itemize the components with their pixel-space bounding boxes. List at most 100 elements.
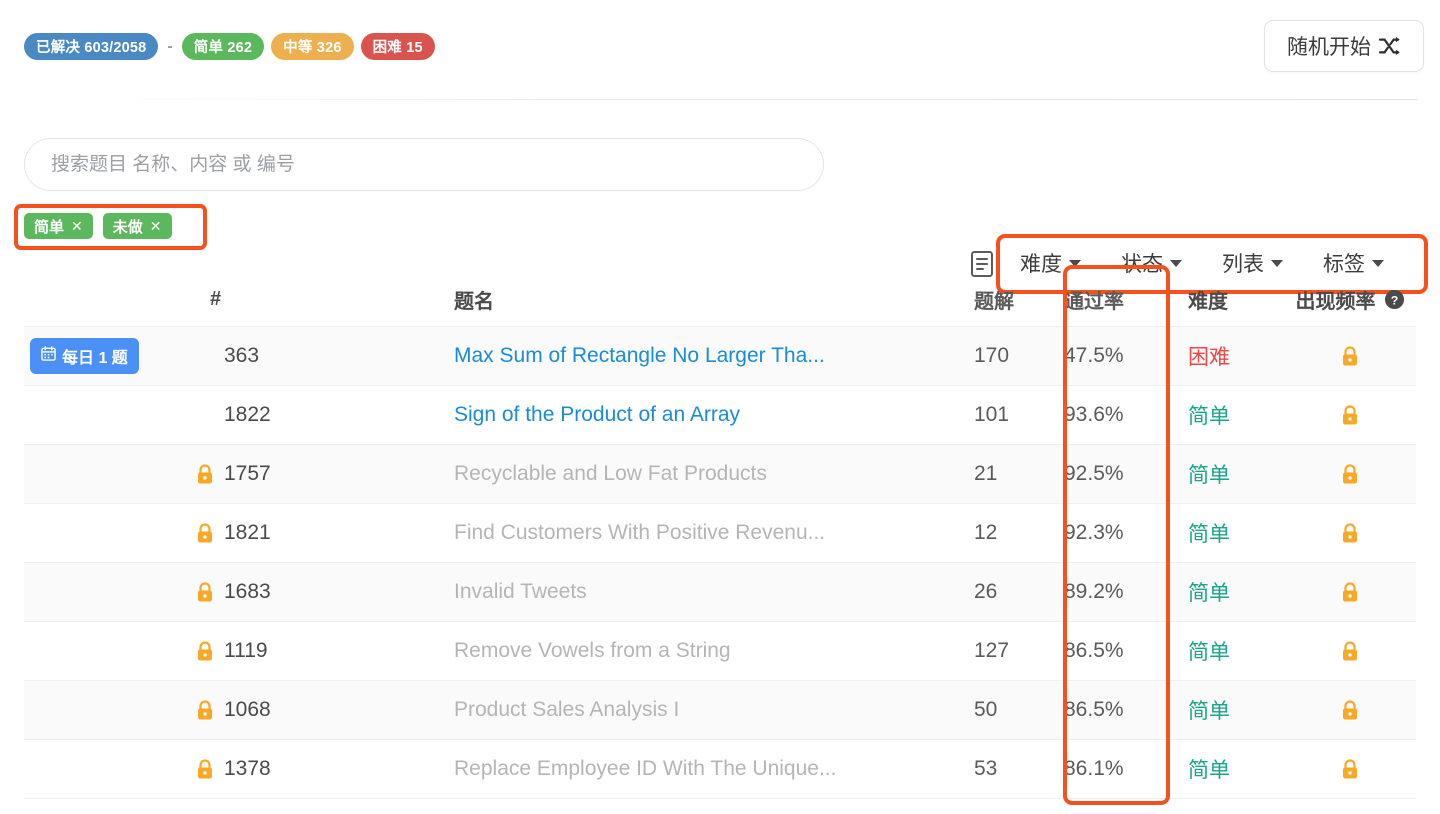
problem-title: Recyclable and Low Fat Products — [454, 462, 767, 485]
lock-icon — [1341, 346, 1359, 367]
row-id-cell: 1683 — [196, 580, 454, 604]
stat-badge-solved[interactable]: 已解决 603/2058 — [24, 33, 158, 60]
active-tag-easy-label: 简单 — [34, 216, 64, 237]
chevron-down-icon — [1069, 260, 1081, 267]
row-title-cell[interactable]: Invalid Tweets — [454, 580, 974, 604]
table-row[interactable]: 1683Invalid Tweets 2689.2%简单 — [24, 563, 1416, 622]
row-id-cell: 1821 — [196, 521, 454, 545]
problem-id: 1822 — [224, 403, 271, 427]
table-row[interactable]: 1821Find Customers With Positive Revenu.… — [24, 504, 1416, 563]
column-header-acceptance-rate[interactable]: 通过率 — [1064, 285, 1188, 314]
stat-badge-easy[interactable]: 简单 262 — [182, 33, 264, 60]
row-frequency-cell — [1284, 641, 1416, 662]
row-solutions-cell[interactable]: 50 — [974, 698, 1064, 722]
column-header-solutions[interactable]: 题解 — [974, 285, 1064, 314]
row-solutions-cell[interactable]: 53 — [974, 757, 1064, 781]
stat-badge-medium[interactable]: 中等 326 — [271, 33, 353, 60]
row-frequency-cell — [1284, 464, 1416, 485]
row-solutions-cell[interactable]: 12 — [974, 521, 1064, 545]
table-row[interactable]: 每日 1 题 363 Max Sum of Rectangle No Larger … — [24, 327, 1416, 386]
stat-badge-hard[interactable]: 困难 15 — [361, 33, 435, 60]
row-acceptance-rate-cell: 89.2% — [1064, 580, 1188, 604]
row-id-cell: 363 — [196, 344, 454, 368]
column-header-frequency-label: 出现频率 — [1296, 285, 1376, 314]
row-acceptance-rate-cell: 93.6% — [1064, 403, 1188, 427]
row-id-cell: 1068 — [196, 698, 454, 722]
close-icon[interactable]: ✕ — [71, 219, 83, 233]
column-header-frequency[interactable]: 出现频率 ? — [1284, 285, 1416, 314]
row-solutions-cell[interactable]: 127 — [974, 639, 1064, 663]
table-body: 每日 1 题 363 Max Sum of Rectangle No Larger … — [24, 327, 1416, 799]
row-title-cell[interactable]: Find Customers With Positive Revenu... — [454, 521, 974, 545]
svg-text:?: ? — [1390, 293, 1398, 307]
table-row[interactable]: 1378 Replace Employee ID With The Unique.… — [24, 740, 1416, 799]
problem-title[interactable]: Max Sum of Rectangle No Larger Tha... — [454, 344, 825, 367]
stats-badge-group: 已解决 603/2058 - 简单 262 中等 326 困难 15 — [24, 33, 435, 60]
search-input[interactable] — [24, 138, 824, 191]
column-header-id[interactable]: # — [196, 288, 454, 311]
lock-icon — [196, 759, 214, 780]
row-title-cell[interactable]: Max Sum of Rectangle No Larger Tha... — [454, 344, 974, 368]
lock-icon — [1341, 759, 1359, 780]
chevron-down-icon — [1372, 260, 1384, 267]
row-solutions-cell[interactable]: 101 — [974, 403, 1064, 427]
row-id-cell: 1378 — [196, 757, 454, 781]
active-tag-todo[interactable]: 未做 ✕ — [103, 213, 172, 239]
row-solutions-cell[interactable]: 21 — [974, 462, 1064, 486]
lock-icon — [1341, 464, 1359, 485]
row-difficulty-cell: 简单 — [1188, 695, 1284, 725]
row-title-cell[interactable]: Remove Vowels from a String — [454, 639, 974, 663]
active-filter-tags: 简单 ✕ 未做 ✕ — [24, 213, 172, 239]
daily-problem-badge[interactable]: 每日 1 题 — [30, 338, 139, 374]
stats-separator: - — [165, 38, 174, 56]
row-difficulty-cell: 简单 — [1188, 754, 1284, 784]
lock-icon — [1341, 700, 1359, 721]
row-title-cell[interactable]: Sign of the Product of an Array — [454, 403, 974, 427]
row-id-cell: 1822 — [196, 403, 454, 427]
problem-title: Invalid Tweets — [454, 580, 587, 603]
row-difficulty-cell: 简单 — [1188, 518, 1284, 548]
problem-id: 363 — [224, 344, 259, 368]
row-difficulty-cell: 困难 — [1188, 341, 1284, 371]
row-frequency-cell — [1284, 405, 1416, 426]
row-difficulty-cell: 简单 — [1188, 459, 1284, 489]
active-tag-todo-label: 未做 — [113, 216, 143, 237]
row-id-cell: 1757 — [196, 462, 454, 486]
lock-icon — [196, 641, 214, 662]
help-circle-icon[interactable]: ? — [1384, 289, 1405, 310]
close-icon[interactable]: ✕ — [150, 219, 162, 233]
table-row[interactable]: 1822 Sign of the Product of an Array 10193… — [24, 386, 1416, 445]
lock-icon — [196, 700, 214, 721]
problem-title: Remove Vowels from a String — [454, 639, 731, 662]
shuffle-icon — [1379, 36, 1401, 56]
column-header-difficulty[interactable]: 难度 — [1188, 285, 1284, 314]
row-acceptance-rate-cell: 86.5% — [1064, 698, 1188, 722]
row-acceptance-rate-cell: 47.5% — [1064, 344, 1188, 368]
row-title-cell[interactable]: Replace Employee ID With The Unique... — [454, 757, 974, 781]
problem-title: Product Sales Analysis I — [454, 698, 679, 721]
row-difficulty-cell: 简单 — [1188, 400, 1284, 430]
table-row[interactable]: 1757Recyclable and Low Fat Products 2192.… — [24, 445, 1416, 504]
row-solutions-cell[interactable]: 170 — [974, 344, 1064, 368]
table-row[interactable]: 1068Product Sales Analysis I 5086.5%简单 — [24, 681, 1416, 740]
column-header-title[interactable]: 题名 — [454, 285, 974, 314]
lock-icon — [196, 523, 214, 544]
problem-title: Replace Employee ID With The Unique... — [454, 757, 836, 780]
row-acceptance-rate-cell: 86.1% — [1064, 757, 1188, 781]
active-tag-easy[interactable]: 简单 ✕ — [24, 213, 93, 239]
row-acceptance-rate-cell: 92.5% — [1064, 462, 1188, 486]
table-row[interactable]: 1119Remove Vowels from a String12786.5%简… — [24, 622, 1416, 681]
problem-title: Find Customers With Positive Revenu... — [454, 521, 825, 544]
row-frequency-cell — [1284, 346, 1416, 367]
problem-title[interactable]: Sign of the Product of an Array — [454, 403, 740, 426]
lock-icon — [1341, 523, 1359, 544]
problem-id: 1378 — [224, 757, 271, 781]
row-solutions-cell[interactable]: 26 — [974, 580, 1064, 604]
row-title-cell[interactable]: Product Sales Analysis I — [454, 698, 974, 722]
row-acceptance-rate-cell: 86.5% — [1064, 639, 1188, 663]
problem-table: # 题名 题解 通过率 难度 出现频率 ? 每日 1 题 363 Max Sum o… — [24, 273, 1416, 799]
row-difficulty-cell: 简单 — [1188, 636, 1284, 666]
row-title-cell[interactable]: Recyclable and Low Fat Products — [454, 462, 974, 486]
row-difficulty-cell: 简单 — [1188, 577, 1284, 607]
random-start-button[interactable]: 随机开始 — [1264, 20, 1424, 72]
